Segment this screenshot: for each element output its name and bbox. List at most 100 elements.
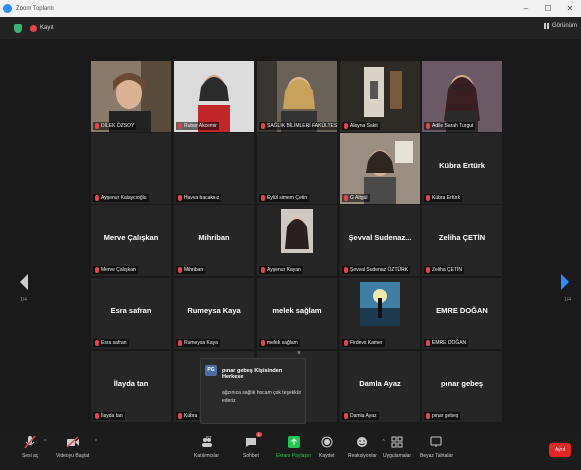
participant-tile[interactable]: Damla Ayaz Damla Ayaz <box>340 351 420 422</box>
mic-muted-icon <box>178 123 182 129</box>
mic-muted-icon <box>95 123 99 129</box>
participant-tile[interactable]: İlayda tan İlayda tan <box>91 351 171 422</box>
participant-name-tag: Firdevs Kamer <box>342 339 385 347</box>
mic-muted-icon <box>344 413 348 419</box>
view-label: Görünüm <box>551 23 577 29</box>
participant-name: İlayda tan <box>101 413 123 419</box>
participant-name: EMRE DOĞAN <box>432 340 467 346</box>
participant-tile[interactable]: Ayşenur Kalaycıoğlu <box>91 133 171 204</box>
start-video-button[interactable]: ^ Videoyu Başlat <box>56 435 97 459</box>
participant-display-name: pınar gebeş <box>440 379 484 388</box>
mic-muted-icon <box>261 195 265 201</box>
participant-tile[interactable]: Mihriban Mihriban <box>174 205 254 276</box>
mic-muted-icon <box>426 195 430 201</box>
share-screen-button[interactable]: Ekranı Paylaşın <box>276 435 311 459</box>
participant-tile[interactable]: Merve Çalışkan Merve Çalışkan <box>91 205 171 276</box>
participants-button[interactable]: 87 Katılımcılar <box>194 435 219 459</box>
participant-name-tag: İlayda tan <box>93 412 125 420</box>
participant-name: Kübra Ertürk <box>432 195 461 201</box>
apps-icon <box>390 435 404 449</box>
participant-tile[interactable]: Eylül simem Çetin <box>257 133 337 204</box>
window-title: Zoom Toplantı <box>16 5 54 12</box>
chat-badge: 1 <box>255 432 262 437</box>
next-page-button[interactable] <box>559 273 571 291</box>
participant-name-tag: Ayşenur Kalaycıoğlu <box>93 194 149 202</box>
view-button[interactable]: Görünüm <box>543 23 577 29</box>
mic-muted-icon <box>178 267 182 273</box>
participant-name-tag: Kübra <box>176 412 200 420</box>
record-button[interactable]: Kaydet <box>319 435 335 459</box>
zoom-logo-icon <box>3 4 12 13</box>
prev-page-button[interactable] <box>18 273 30 291</box>
participant-name-tag: Ayşenur Kayan <box>259 266 303 274</box>
record-icon <box>320 435 334 449</box>
apps-label: Uygulamalar <box>383 453 412 459</box>
participant-tile[interactable]: Esra safran Esra safran <box>91 278 171 349</box>
participant-name-tag: EMRE DOĞAN <box>424 339 469 347</box>
maximize-button[interactable]: ☐ <box>537 4 559 13</box>
participant-tile[interactable]: pınar gebeş pınar gebeş <box>422 351 502 422</box>
participant-tile[interactable]: EMRE DOĞAN EMRE DOĞAN <box>422 278 502 349</box>
participant-tile[interactable]: SAĞLIK BİLİMLERİ FAKÜLTESİ <box>257 61 337 132</box>
participant-display-name: Rumeysa Kaya <box>187 306 241 315</box>
participant-name-tag: Rumeysa Kaya <box>176 339 220 347</box>
participant-name: Havva bacaksız <box>184 195 220 201</box>
record-label: Kaydet <box>319 453 335 459</box>
participant-name-tag: Zeliha ÇETİN <box>424 266 465 274</box>
chat-sender: pınar gebeş Kişisinden Herkese <box>222 368 283 380</box>
participant-name: Şevval Sudenaz ÖZTÜRK <box>350 267 409 273</box>
participant-tile[interactable]: Zeliha ÇETİN Zeliha ÇETİN <box>422 205 502 276</box>
participants-count: 87 <box>206 436 212 442</box>
participant-tile[interactable]: melek sağlam melek sağlam <box>257 278 337 349</box>
participant-tile[interactable]: Ayşenur Kayan <box>257 205 337 276</box>
security-shield-icon[interactable] <box>14 23 22 33</box>
participant-name-tag: melek sağlam <box>259 339 300 347</box>
whiteboard-button[interactable]: Beyaz Tahtalar <box>420 435 453 459</box>
mic-muted-icon <box>261 123 265 129</box>
participant-name-tag: Damla Ayaz <box>342 412 379 420</box>
mic-muted-icon <box>261 340 265 346</box>
participant-name: Firdevs Kamer <box>350 340 383 346</box>
reactions-button[interactable]: ^ Reaksiyonlar <box>348 435 385 459</box>
unmute-button[interactable]: ^ Sesi aç <box>22 435 46 459</box>
participant-name: Ayşenur Kayan <box>267 267 301 273</box>
minimize-button[interactable]: – <box>515 4 537 13</box>
participant-tile[interactable]: Adile Sarah Turgut <box>422 61 502 132</box>
participant-tile[interactable]: DİLEK ÖZSOY <box>91 61 171 132</box>
participant-tile[interactable]: Şevval Sudenaz... Şevval Sudenaz ÖZTÜRK <box>340 205 420 276</box>
participant-name-tag: G Altgül <box>342 194 370 202</box>
mic-muted-icon <box>95 413 99 419</box>
chat-label: Sohbet <box>243 453 259 459</box>
apps-button[interactable]: Uygulamalar <box>383 435 411 459</box>
chat-button[interactable]: 1 Sohbet <box>243 432 262 459</box>
participant-name-tag: Kübra Ertürk <box>424 194 463 202</box>
mic-muted-icon <box>95 340 99 346</box>
participant-tile[interactable]: G Altgül <box>340 133 420 204</box>
chevron-up-icon[interactable]: ^ <box>44 439 46 445</box>
mic-muted-icon <box>344 340 348 346</box>
participant-name-tag: Esra safran <box>93 339 129 347</box>
participant-tile[interactable]: Rubar Akcemir <box>174 61 254 132</box>
participant-display-name: Mihriban <box>198 233 230 242</box>
participant-name-tag: Adile Sarah Turgut <box>424 122 476 130</box>
close-notification-button[interactable]: × <box>297 350 301 357</box>
participant-tile[interactable]: Aleyna Sakit <box>340 61 420 132</box>
close-window-button[interactable]: ✕ <box>559 4 581 13</box>
participant-name-tag: Aleyna Sakit <box>342 122 380 130</box>
start-video-label: Videoyu Başlat <box>56 453 90 459</box>
leave-meeting-button[interactable]: Ayrıl <box>549 443 571 457</box>
participant-name-tag: Eylül simem Çetin <box>259 194 310 202</box>
participant-tile[interactable]: Havva bacaksız <box>174 133 254 204</box>
recording-label: Kayıt <box>40 25 54 31</box>
participant-name: Esra safran <box>101 340 127 346</box>
chat-icon: 1 <box>244 432 262 449</box>
participant-name-tag: DİLEK ÖZSOY <box>93 122 137 130</box>
participant-display-name: Zeliha ÇETİN <box>438 233 486 242</box>
participant-tile[interactable]: Kübra Ertürk Kübra Ertürk <box>422 133 502 204</box>
mic-muted-icon <box>95 195 99 201</box>
chat-notification[interactable]: × PG pınar gebeş Kişisinden Herkese ağzı… <box>200 350 306 424</box>
participant-name: Eylül simem Çetin <box>267 195 308 201</box>
participant-tile[interactable]: Firdevs Kamer <box>340 278 420 349</box>
chevron-up-icon[interactable]: ^ <box>95 439 97 445</box>
participant-tile[interactable]: Rumeysa Kaya Rumeysa Kaya <box>174 278 254 349</box>
